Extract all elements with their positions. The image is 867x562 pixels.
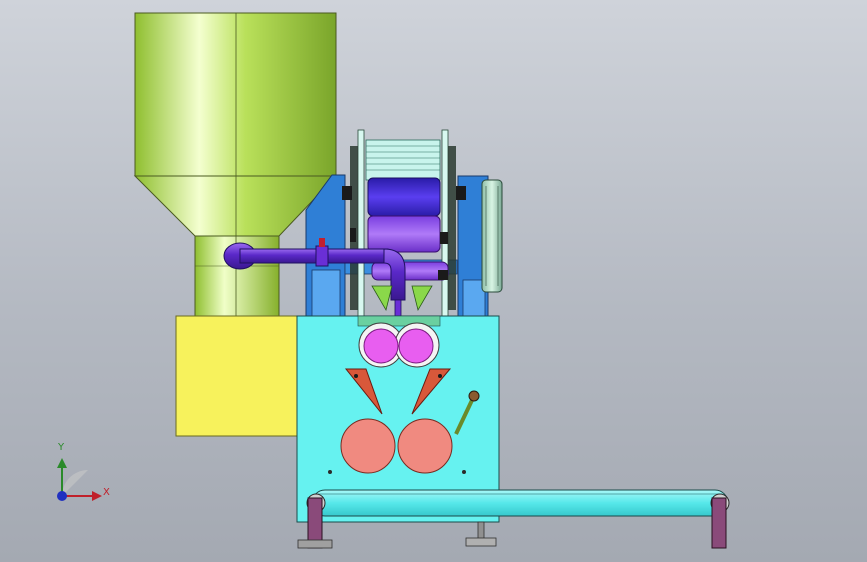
x-axis-label: X <box>103 487 110 498</box>
z-axis-dot <box>57 491 67 501</box>
cad-viewport[interactable]: Y X <box>0 0 867 562</box>
yellow-base-box <box>175 315 298 437</box>
hopper-cylinder <box>134 12 337 177</box>
conveyor <box>306 489 730 517</box>
side-pulley <box>481 179 503 293</box>
axis-triad <box>57 458 102 501</box>
y-axis-label: Y <box>58 442 65 453</box>
upper-drum <box>367 177 441 217</box>
lower-roller <box>371 261 449 281</box>
lower-drum <box>367 215 441 253</box>
machine-assembly <box>57 12 730 549</box>
